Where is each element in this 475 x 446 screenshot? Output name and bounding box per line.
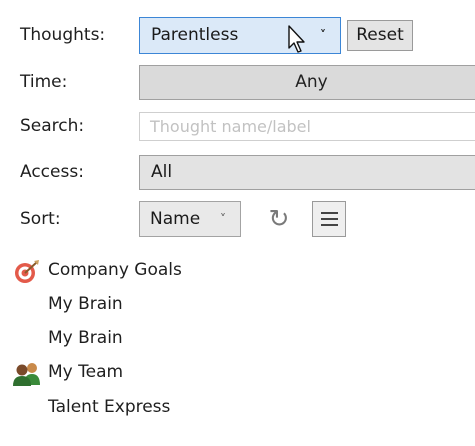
target-icon (15, 260, 39, 283)
tree-item-company-goals[interactable]: Company Goals (48, 260, 182, 280)
thoughts-label: Thoughts: (20, 25, 106, 45)
time-filter-button[interactable]: Any (139, 65, 475, 100)
chevron-down-icon: ˅ (320, 28, 326, 42)
sort-dropdown-value: Name (150, 209, 201, 229)
thought-filter-panel: Thoughts: Parentless ˅ Reset Time: Any S… (0, 0, 475, 446)
list-view-button[interactable] (312, 201, 346, 237)
search-label: Search: (20, 116, 85, 136)
reset-button[interactable]: Reset (347, 20, 413, 51)
time-label: Time: (20, 72, 68, 92)
tree-item-talent-express[interactable]: Talent Express (48, 397, 170, 417)
chevron-down-icon: ˅ (220, 212, 226, 226)
search-input[interactable]: Thought name/label (139, 112, 475, 141)
sort-label: Sort: (20, 209, 61, 229)
mouse-cursor-icon (288, 25, 305, 53)
refresh-icon[interactable]: ↻ (264, 201, 294, 237)
thoughts-dropdown-value: Parentless (151, 25, 239, 45)
access-filter-dropdown[interactable]: All (139, 155, 475, 190)
team-icon (13, 363, 40, 386)
tree-item-my-brain-2[interactable]: My Brain (48, 328, 123, 348)
tree-item-my-brain[interactable]: My Brain (48, 294, 123, 314)
sort-dropdown[interactable]: Name ˅ (139, 201, 241, 237)
access-label: Access: (20, 162, 84, 182)
thoughts-dropdown[interactable]: Parentless ˅ (139, 17, 341, 54)
tree-item-my-team[interactable]: My Team (48, 362, 123, 382)
